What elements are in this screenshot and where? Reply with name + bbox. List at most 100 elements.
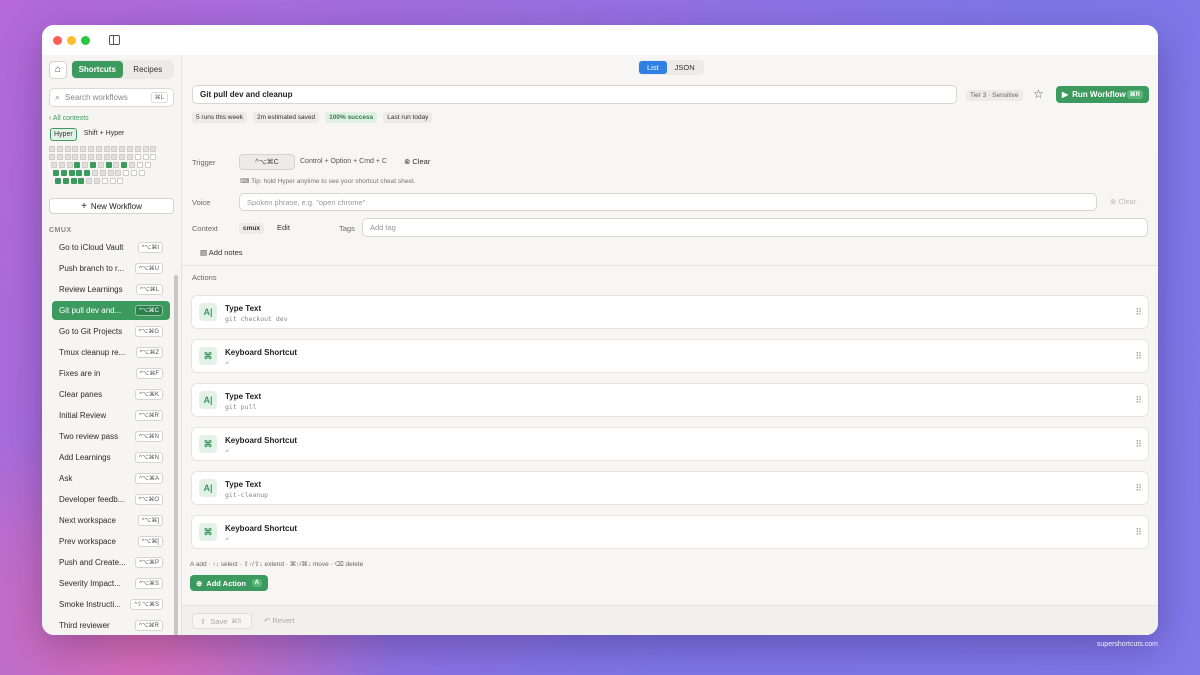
revert-label: Revert [272,616,295,625]
search-input[interactable]: ⌕ Search workflows ⌘L [49,88,174,107]
sidebar-workflow-item[interactable]: Third reviewer ^⌥⌘R [52,616,170,635]
voice-clear-label: Clear [1118,197,1137,206]
all-contexts-label: All contexts [52,115,89,122]
sidebar-workflow-item[interactable]: Push and Create... ^⌥⌘P [52,553,170,572]
workflow-shortcut: ^⌥⌘N [134,431,163,442]
keyboard-key [105,162,112,168]
edit-context-link[interactable]: Edit [277,223,290,232]
minimize-window-button[interactable] [67,35,76,45]
modifier-shift-hyper[interactable]: Shift + Hyper [81,128,128,141]
sidebar-scrollbar[interactable] [174,275,178,635]
tab-recipes[interactable]: Recipes [123,61,174,78]
workflow-shortcut: ^⌥⌘[ [137,536,163,547]
keyboard-key [119,146,126,152]
command-icon: ⌘ [199,435,217,453]
all-contexts-link[interactable]: ‹ All contexts [49,115,181,122]
keyboard-key [111,146,118,152]
workflow-label: Prev workspace [59,537,116,546]
action-card[interactable]: A| Type Text git checkout dev ⠿ [191,295,1149,329]
add-notes-button[interactable]: ▤ Add notes [200,248,243,257]
sidebar-workflow-item[interactable]: Severity Impact... ^⌥⌘S [52,574,170,593]
workflow-label: Push and Create... [59,558,126,567]
save-button[interactable]: ⇪ Save ⌘S [192,613,252,629]
keyboard-key [62,178,69,184]
run-shortcut: ⌘R [1126,90,1143,99]
add-action-button[interactable]: ⊕ Add Action A [190,575,268,591]
action-detail: git checkout dev [225,315,288,323]
action-card[interactable]: ⌘ Keyboard Shortcut ⏎ ⠿ [191,427,1149,461]
sidebar-workflow-item[interactable]: Smoke Instructi... ^⇧⌥⌘S [52,595,170,614]
add-action-label: Add Action [206,578,247,588]
drag-handle-icon[interactable]: ⠿ [1135,439,1142,450]
action-type: Type Text [225,480,262,489]
keyboard-key [150,146,157,152]
action-card[interactable]: A| Type Text git-cleanup ⠿ [191,471,1149,505]
keyboard-key [127,154,133,160]
keyboard-key [95,146,102,152]
sidebar-workflow-item[interactable]: Developer feedb... ^⌥⌘O [52,490,170,509]
command-icon: ⌘ [199,347,217,365]
action-card[interactable]: A| Type Text git pull ⠿ [191,383,1149,417]
sidebar-toggle-icon[interactable] [109,35,120,45]
run-workflow-label: Run Workflow [1072,90,1126,99]
keyboard-key [82,162,89,168]
workflow-label: Initial Review [59,411,107,420]
tier-badge: Tier 3 · Sensitive [966,90,1023,101]
zoom-window-button[interactable] [81,35,90,45]
keyboard-key [51,162,57,168]
trigger-label: Trigger [192,158,216,167]
action-card[interactable]: ⌘ Keyboard Shortcut ⏎ ⠿ [191,515,1149,549]
trigger-recorder[interactable]: ^⌥⌘C [239,154,295,170]
keyboard-key [119,154,126,160]
workflow-title-input[interactable]: Git pull dev and cleanup [192,85,957,104]
keyboard-key [142,146,149,152]
sidebar-workflow-item[interactable]: Prev workspace ^⌥⌘[ [52,532,170,551]
keyboard-key [129,162,135,168]
sidebar-workflow-item[interactable]: Clear panes ^⌥⌘K [52,385,170,404]
command-icon: ⌘ [199,523,217,541]
tip-text: ⌨ Tip: hold Hyper anytime to see your sh… [240,177,416,185]
keyboard-key [86,178,93,184]
sidebar-workflow-item[interactable]: Add Learnings ^⌥⌘N [52,448,170,467]
action-card[interactable]: ⌘ Keyboard Shortcut ⏎ ⠿ [191,339,1149,373]
tab-json[interactable]: JSON [667,61,703,74]
drag-handle-icon[interactable]: ⠿ [1135,395,1142,406]
workflow-shortcut: ^⌥⌘C [134,305,163,316]
run-workflow-button[interactable]: ▶ Run Workflow ⌘R [1056,86,1149,103]
save-label: Save [210,616,228,626]
sidebar-workflow-item[interactable]: Go to iCloud Vault ^⌥⌘I [52,238,170,257]
home-icon[interactable]: ⌂ [49,60,67,79]
drag-handle-icon[interactable]: ⠿ [1135,351,1142,362]
tab-list[interactable]: List [639,61,667,74]
voice-clear-button[interactable]: ⊗ Clear [1110,197,1136,206]
sidebar-workflow-item[interactable]: Ask ^⌥⌘A [52,469,170,488]
revert-button[interactable]: ↶ Revert [264,616,294,625]
close-window-button[interactable] [53,35,62,45]
voice-label: Voice [192,198,211,207]
keyboard-key [134,146,141,152]
voice-phrase-input[interactable]: Spoken phrase, e.g. "open chrome" [239,193,1097,211]
new-workflow-button[interactable]: + New Workflow [49,198,174,214]
keyboard-key [150,154,157,160]
sidebar-workflow-item[interactable]: Git pull dev and... ^⌥⌘C [52,301,170,320]
sidebar-workflow-item[interactable]: Initial Review ^⌥⌘R [52,406,170,425]
sidebar-workflow-item[interactable]: Next workspace ^⌥⌘] [52,511,170,530]
sidebar-workflow-item[interactable]: Two review pass ^⌥⌘N [52,427,170,446]
tab-shortcuts[interactable]: Shortcuts [72,61,123,78]
drag-handle-icon[interactable]: ⠿ [1135,483,1142,494]
save-icon: ⇪ [200,616,207,626]
sidebar-workflow-item[interactable]: Fixes are in ^⌥⌘F [52,364,170,383]
sidebar-workflow-item[interactable]: Tmux cleanup re... ^⌥⌘Z [52,343,170,362]
drag-handle-icon[interactable]: ⠿ [1135,527,1142,538]
tags-input[interactable]: Add tag [362,218,1148,237]
clear-trigger-button[interactable]: ⊗ Clear [404,157,430,166]
sidebar-workflow-item[interactable]: Review Learnings ^⌥⌘L [52,280,170,299]
drag-handle-icon[interactable]: ⠿ [1135,307,1142,318]
star-icon[interactable]: ☆ [1033,87,1044,101]
keyboard-key [80,146,87,152]
sidebar-workflow-item[interactable]: Go to Git Projects ^⌥⌘G [52,322,170,341]
sidebar-workflow-item[interactable]: Push branch to r... ^⌥⌘U [52,259,170,278]
workflow-shortcut: ^⌥⌘A [135,473,163,484]
modifier-hyper[interactable]: Hyper [50,128,77,141]
undo-icon: ↶ [264,616,271,625]
